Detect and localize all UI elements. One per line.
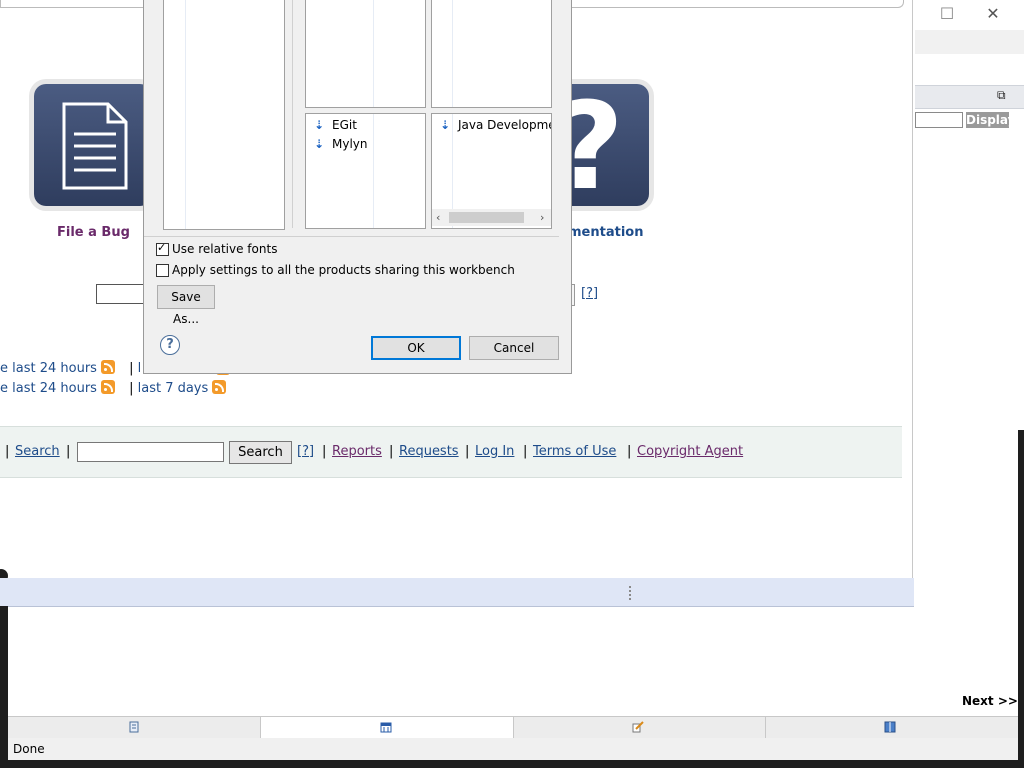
scroll-left-icon[interactable]: ‹ xyxy=(436,211,440,224)
footer-separator: | xyxy=(5,444,10,459)
footer-separator: | xyxy=(627,444,632,459)
feed-7d-link[interactable]: l xyxy=(138,361,142,376)
list-panel-left[interactable] xyxy=(163,0,285,230)
right-border xyxy=(1018,430,1024,768)
left-border xyxy=(0,606,8,768)
scroll-right-icon[interactable]: › xyxy=(540,211,544,224)
documentation-label[interactable]: mentation xyxy=(568,225,643,240)
feed-row-1: e last 24 hours | l xyxy=(0,360,141,376)
down-arrow-icon: ⇣ xyxy=(440,118,451,132)
footer-search-input[interactable] xyxy=(77,442,224,462)
book-icon xyxy=(884,721,896,733)
status-bar: Done xyxy=(8,738,1018,760)
browser-frame-bar xyxy=(0,578,914,607)
footer-separator: | xyxy=(523,444,528,459)
tree-guide xyxy=(452,0,453,107)
feed-7d-link[interactable]: last 7 days xyxy=(138,381,209,396)
splitter-handle[interactable] xyxy=(629,586,633,600)
footer-links-bar: | Search | Search [?] | Reports | Reques… xyxy=(0,426,902,478)
list-item-mylyn[interactable]: Mylyn xyxy=(332,137,368,151)
side-toolbar xyxy=(915,30,1024,54)
footer-separator: | xyxy=(389,444,394,459)
tree-guide xyxy=(373,114,374,228)
quick-search-help-link[interactable]: [?] xyxy=(581,286,598,301)
settings-dialog: ⇣ EGit ⇣ Mylyn ⇣ Java Developmen ‹ › Use… xyxy=(143,0,572,374)
rss-icon[interactable] xyxy=(100,380,115,394)
footer-terms-link[interactable]: Terms of Use xyxy=(533,444,616,459)
bottom-tab-bar xyxy=(8,716,1018,739)
down-arrow-icon: ⇣ xyxy=(314,118,325,132)
horizontal-scrollbar[interactable]: ‹ › xyxy=(432,209,551,226)
feed-separator: | xyxy=(129,381,134,396)
document-icon xyxy=(129,721,139,733)
list-item-egit[interactable]: EGit xyxy=(332,118,357,132)
feed-row-2: e last 24 hours | last 7 days xyxy=(0,380,230,396)
display-button[interactable]: Display xyxy=(966,112,1015,128)
apply-all-checkbox[interactable] xyxy=(156,264,169,277)
feed-24h-link[interactable]: e last 24 hours xyxy=(0,381,97,396)
dialog-separator xyxy=(144,236,559,237)
footer-separator: | xyxy=(66,444,71,459)
edit-icon xyxy=(632,721,644,733)
footer-help-link[interactable]: [?] xyxy=(297,444,314,459)
save-as-button[interactable]: Save As... xyxy=(157,285,215,326)
footer-copyright-link[interactable]: Copyright Agent xyxy=(637,444,743,459)
window-controls: ☐ ✕ xyxy=(915,0,1024,30)
ok-button[interactable]: OK xyxy=(371,336,461,360)
apply-all-label[interactable]: Apply settings to all the products shari… xyxy=(172,263,515,277)
tree-guide xyxy=(373,0,374,107)
calendar-icon xyxy=(380,722,392,733)
footer-separator: | xyxy=(322,444,327,459)
rss-icon[interactable] xyxy=(212,380,227,394)
footer-requests-link[interactable]: Requests xyxy=(399,444,459,459)
rss-icon[interactable] xyxy=(100,360,115,374)
maximize-icon[interactable]: ☐ xyxy=(939,6,955,22)
list-panel-bottom-a[interactable]: ⇣ EGit ⇣ Mylyn xyxy=(305,113,426,229)
file-a-bug-tile[interactable] xyxy=(34,84,152,206)
footer-search-button[interactable]: Search xyxy=(229,441,292,464)
footer-reports-link[interactable]: Reports xyxy=(332,444,382,459)
footer-search-link[interactable]: Search xyxy=(15,444,60,459)
footer-separator: | xyxy=(465,444,470,459)
use-relative-fonts-checkbox[interactable] xyxy=(156,241,169,256)
tree-guide xyxy=(185,0,186,229)
restore-icon[interactable]: ⧉ xyxy=(997,88,1006,103)
bottom-border xyxy=(0,760,1024,768)
tab-3[interactable] xyxy=(513,717,766,738)
tab-2[interactable] xyxy=(260,717,514,739)
cancel-button[interactable]: Cancel xyxy=(469,336,559,360)
next-link[interactable]: Next >> xyxy=(962,694,1018,708)
quick-search-input[interactable] xyxy=(96,284,148,304)
feed-separator: | xyxy=(129,361,134,376)
panel-divider xyxy=(292,0,293,228)
list-panel-top-a[interactable] xyxy=(305,0,426,108)
tab-1[interactable] xyxy=(8,717,261,738)
close-icon[interactable]: ✕ xyxy=(985,6,1001,22)
feed-24h-link[interactable]: e last 24 hours xyxy=(0,361,97,376)
use-relative-fonts-label[interactable]: Use relative fonts xyxy=(172,242,277,256)
footer-login-link[interactable]: Log In xyxy=(475,444,514,459)
file-a-bug-label[interactable]: File a Bug xyxy=(57,225,130,240)
scrollbar-thumb[interactable] xyxy=(449,212,524,223)
list-item-java-development[interactable]: Java Developmen xyxy=(458,118,551,132)
side-view-header: ⧉ xyxy=(915,85,1024,109)
list-panel-top-b[interactable] xyxy=(431,0,552,108)
document-icon xyxy=(62,102,128,190)
right-side-panel: ⧉ Display xyxy=(915,30,1024,608)
side-input[interactable] xyxy=(915,112,963,128)
tab-4[interactable] xyxy=(765,717,1017,738)
down-arrow-icon: ⇣ xyxy=(314,137,325,151)
help-icon[interactable]: ? xyxy=(160,335,180,355)
